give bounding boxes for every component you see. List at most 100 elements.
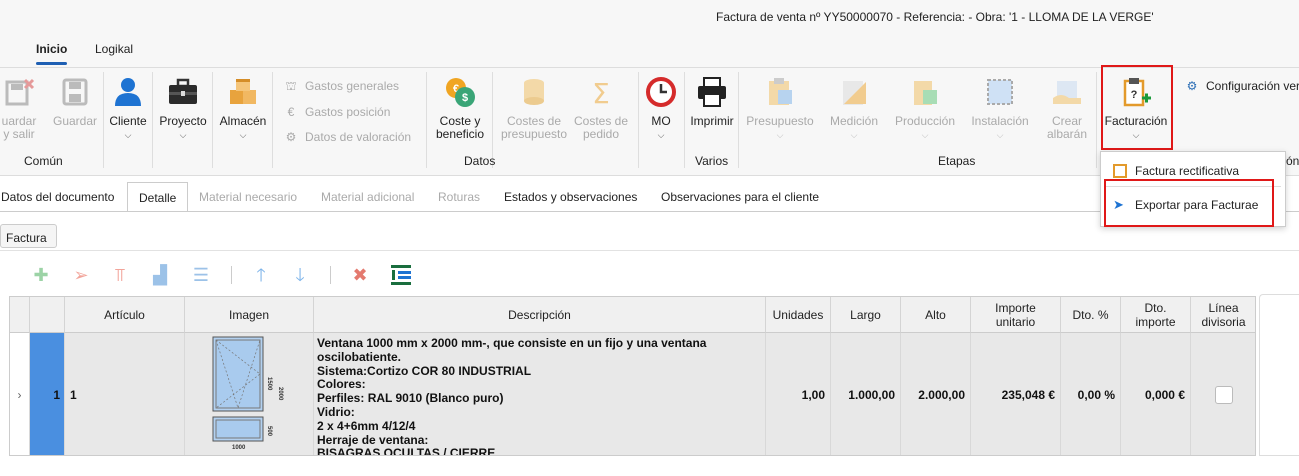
linea-divisoria-checkbox[interactable] — [1214, 386, 1233, 404]
chart-icon[interactable]: ▟ — [148, 264, 172, 286]
crear-albaran-button[interactable]: Crear albarán — [1040, 76, 1094, 141]
tab-inicio[interactable]: Inicio — [36, 42, 68, 65]
cell-dto-pct[interactable]: 0,00 % — [1061, 333, 1121, 455]
tab-detalle[interactable]: Detalle — [127, 182, 189, 212]
factura-subtab[interactable]: Factura — [0, 224, 57, 248]
send-icon[interactable]: ➢ — [69, 264, 93, 286]
almacen-button[interactable]: Almacén ⌵ — [216, 76, 270, 142]
window-frame-icon — [984, 76, 1016, 108]
tab-logikal[interactable]: Logikal — [95, 42, 133, 56]
medicion-label: Medición — [829, 114, 879, 128]
presupuesto-button[interactable]: Presupuesto ⌵ — [742, 76, 818, 142]
imprimir-button[interactable]: Imprimir — [688, 76, 736, 128]
move-up-icon[interactable]: 🡑 — [249, 264, 273, 286]
group-etapas-label: Etapas — [938, 154, 976, 168]
header-largo[interactable]: Largo — [831, 297, 901, 333]
delivery-icon — [1051, 76, 1083, 108]
desc-line: 2 x 4+6mm 4/12/4 — [317, 418, 416, 433]
add-icon[interactable]: ✚ — [29, 264, 53, 286]
desc-line: BISAGRAS OCULTAS / CIERRE — [317, 446, 496, 456]
header-dto-importe[interactable]: Dto. importe — [1121, 297, 1191, 333]
cell-descripcion[interactable]: Ventana 1000 mm x 2000 mm-, que consiste… — [314, 333, 766, 456]
datos-valoracion-button[interactable]: ⚙ Datos de valoración — [283, 130, 411, 144]
menu-item-factura-rectificativa[interactable]: Factura rectificativa — [1113, 164, 1239, 178]
split-line-icon[interactable] — [389, 264, 413, 286]
cell-largo[interactable]: 1.000,00 — [831, 333, 901, 455]
group-cut-label: ón — [1286, 154, 1299, 168]
row-expander[interactable]: › — [10, 333, 30, 455]
move-down-icon[interactable]: 🡓 — [288, 264, 312, 286]
instalacion-button[interactable]: Instalación ⌵ — [966, 76, 1034, 142]
detail-grid: Artículo Imagen Descripción Unidades Lar… — [9, 296, 1256, 456]
header-descripcion[interactable]: Descripción — [314, 297, 766, 333]
highlight-facturacion — [1101, 65, 1173, 150]
stairs-icon[interactable]: ⫪ — [108, 264, 132, 286]
header-imagen[interactable]: Imagen — [185, 297, 314, 333]
cell-importe-unitario[interactable]: 235,048 € — [971, 333, 1061, 455]
tab-material-necesario[interactable]: Material necesario — [199, 190, 297, 204]
configuracion-button[interactable]: ⚙ Configuración ver — [1184, 79, 1299, 93]
save-and-exit-label: uardar y salir — [1, 114, 37, 141]
mo-button[interactable]: MO ⌵ — [642, 76, 680, 142]
desc-line: Herraje de ventana: — [317, 432, 429, 447]
crear-albaran-label: Crear albarán — [1046, 114, 1088, 141]
header-expander — [10, 297, 30, 333]
costes-pedido-button[interactable]: Σ Costes de pedido — [570, 76, 632, 141]
group-datos-label: Datos — [464, 154, 496, 168]
header-unidades[interactable]: Unidades — [766, 297, 831, 333]
factura-rectificativa-label: Factura rectificativa — [1135, 164, 1240, 178]
cell-dto-importe[interactable]: 0,000 € — [1121, 333, 1191, 455]
save-and-exit-button[interactable]: uardar y salir — [0, 76, 44, 141]
header-dto-pct[interactable]: Dto. % — [1061, 297, 1121, 333]
cell-unidades[interactable]: 1,00 — [766, 333, 831, 455]
coste-beneficio-button[interactable]: € $ Coste y beneficio — [430, 76, 490, 141]
printer-icon — [696, 76, 728, 108]
cell-imagen[interactable]: 1500 500 2000 1000 — [185, 333, 314, 455]
header-alto[interactable]: Alto — [901, 297, 971, 333]
tab-roturas[interactable]: Roturas — [438, 190, 480, 204]
window-label-h2: 500 — [266, 426, 272, 437]
chevron-down-icon: ⌵ — [239, 130, 247, 140]
window-label-total: 2000 — [277, 387, 283, 401]
window-label-h1: 1500 — [266, 377, 272, 391]
imprimir-label: Imprimir — [690, 114, 734, 128]
cell-alto[interactable]: 2.000,00 — [901, 333, 971, 455]
ribbon-separator — [103, 72, 104, 168]
row-index[interactable]: 1 — [30, 333, 65, 455]
tab-observaciones-cliente[interactable]: Observaciones para el cliente — [661, 190, 819, 204]
gastos-posicion-button[interactable]: € Gastos posición — [283, 105, 391, 119]
coins-stack-icon — [518, 76, 550, 108]
almacen-label: Almacén — [219, 114, 267, 128]
datos-valoracion-label: Datos de valoración — [305, 130, 412, 144]
costes-pedido-label: Costes de pedido — [573, 114, 629, 141]
coins-icon: € $ — [444, 76, 476, 108]
list-icon[interactable]: ☰ — [189, 264, 213, 286]
section-divider — [0, 250, 1299, 251]
header-importe-unitario[interactable]: Importe unitario — [971, 297, 1061, 333]
toolbar-separator — [231, 266, 232, 284]
delete-icon[interactable]: ✖ — [348, 264, 372, 286]
chevron-down-icon: ⌵ — [996, 130, 1004, 140]
costes-presupuesto-button[interactable]: Costes de presupuesto — [497, 76, 571, 141]
svg-text:Σ: Σ — [592, 77, 610, 108]
chevron-down-icon: ⌵ — [850, 130, 858, 140]
medicion-button[interactable]: Medición ⌵ — [826, 76, 882, 142]
tab-material-adicional[interactable]: Material adicional — [321, 190, 414, 204]
tab-estados-observaciones[interactable]: Estados y observaciones — [504, 190, 637, 204]
boxes-icon — [227, 76, 259, 108]
proyecto-button[interactable]: Proyecto ⌵ — [156, 76, 210, 142]
gastos-generales-button[interactable]: ⛫ Gastos generales — [283, 79, 399, 95]
header-linea-divisoria[interactable]: Línea divisoria — [1191, 297, 1255, 333]
document-tabs: Datos del documento Detalle Material nec… — [0, 182, 1100, 212]
title-bar: Factura de venta nº YY50000070 - Referen… — [0, 0, 1299, 36]
cell-articulo[interactable]: 1 — [65, 333, 185, 455]
group-varios-label: Varios — [695, 154, 729, 168]
tab-datos-documento[interactable]: Datos del documento — [1, 190, 114, 204]
produccion-button[interactable]: Producción ⌵ — [890, 76, 960, 142]
desc-line: oscilobatiente. — [317, 349, 402, 364]
header-index — [30, 297, 65, 333]
right-panel — [1259, 294, 1299, 456]
save-button[interactable]: Guardar — [50, 76, 100, 128]
header-articulo[interactable]: Artículo — [65, 297, 185, 333]
cliente-button[interactable]: Cliente ⌵ — [106, 76, 150, 142]
